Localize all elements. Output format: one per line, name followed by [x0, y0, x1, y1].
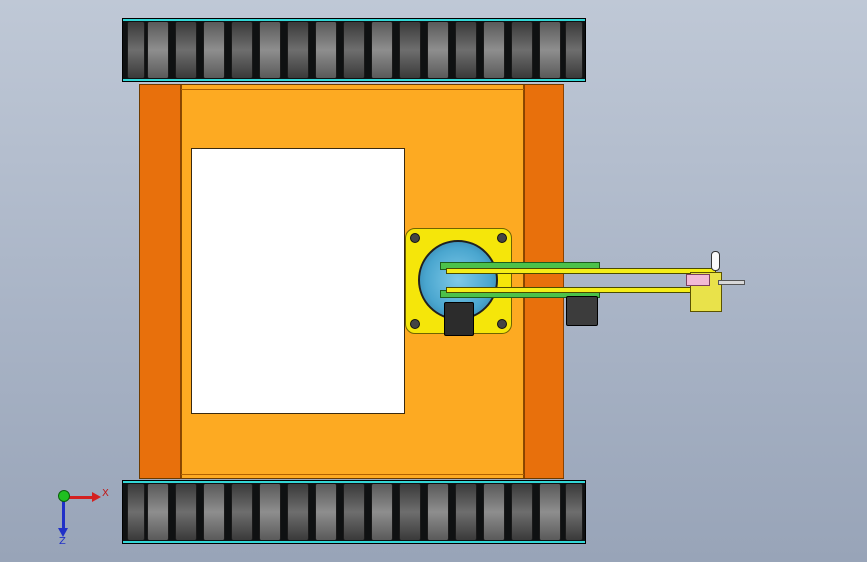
tread-segment [511, 484, 533, 540]
tread-segment [315, 484, 337, 540]
tread-segment [343, 22, 365, 78]
tread-segment [343, 484, 365, 540]
tread-segment [287, 22, 309, 78]
cover-panel[interactable] [191, 148, 405, 414]
tread-segment [259, 22, 281, 78]
tread-segment [147, 22, 169, 78]
gearbox[interactable] [444, 302, 474, 336]
tread-segment [539, 22, 561, 78]
tread-segment [371, 484, 393, 540]
tread-segment [399, 22, 421, 78]
z-axis-arrow [62, 498, 65, 530]
tread-segment [287, 484, 309, 540]
tread-segment [127, 484, 145, 540]
tread-segment [175, 484, 197, 540]
x-axis-arrowhead [92, 492, 101, 502]
tread-segment [259, 484, 281, 540]
tread-segment [483, 484, 505, 540]
bolt [497, 319, 507, 329]
tread-segment [483, 22, 505, 78]
gripper-cam [686, 274, 710, 286]
tread-segment [539, 484, 561, 540]
tread-segment [147, 484, 169, 540]
lower-arm-link[interactable] [446, 287, 716, 293]
tread-segment [203, 22, 225, 78]
tread-segment [175, 22, 197, 78]
tread-segment [371, 22, 393, 78]
tread-segment [399, 484, 421, 540]
bottom-track-links [123, 541, 585, 543]
gripper-hook [711, 251, 720, 271]
tread-segment [565, 22, 583, 78]
axis-origin [58, 490, 70, 502]
tread-segment [455, 22, 477, 78]
right-side-rail [524, 85, 564, 478]
tread-segment [231, 484, 253, 540]
tread-segment [455, 484, 477, 540]
elbow-joint[interactable] [566, 296, 598, 326]
top-track[interactable] [122, 18, 586, 82]
tread-segment [203, 484, 225, 540]
x-axis-label: X [102, 488, 109, 499]
gripper-finger[interactable] [718, 280, 745, 285]
top-track-links [123, 79, 585, 81]
tread-segment [427, 484, 449, 540]
coordinate-triad: X Z [48, 480, 118, 550]
top-track-links [123, 19, 585, 21]
bottom-track-links [123, 481, 585, 483]
tread-segment [315, 22, 337, 78]
bolt [410, 233, 420, 243]
left-side-rail [140, 85, 181, 478]
cad-viewport[interactable]: X Z [0, 0, 867, 562]
tread-segment [127, 22, 145, 78]
tread-segment [427, 22, 449, 78]
bolt [410, 319, 420, 329]
bottom-track[interactable] [122, 480, 586, 544]
bolt [497, 233, 507, 243]
tread-segment [511, 22, 533, 78]
tread-segment [231, 22, 253, 78]
z-axis-label: Z [59, 536, 66, 547]
upper-arm-link[interactable] [446, 268, 716, 274]
tread-segment [565, 484, 583, 540]
plate-edge-line [181, 89, 524, 90]
plate-edge-line [181, 474, 524, 475]
